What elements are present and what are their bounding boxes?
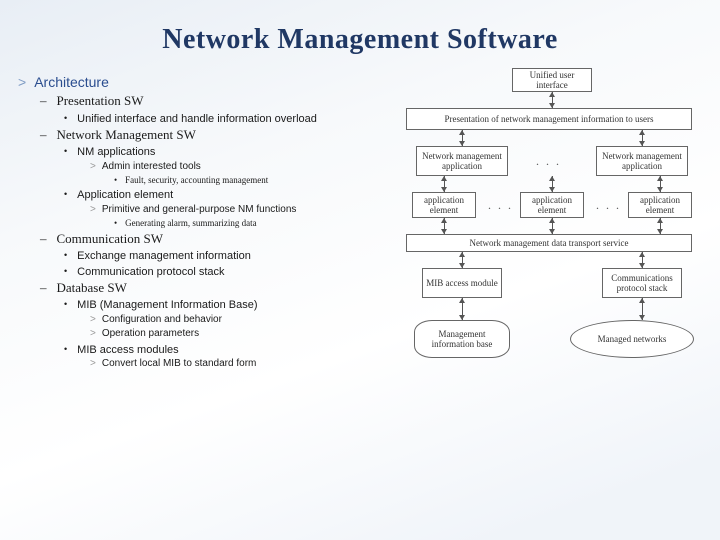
- bullet-unified-interface: Unified interface and handle information…: [64, 112, 388, 126]
- ellipsis-icon: . . .: [596, 198, 621, 213]
- subbullet-op-params: Operation parameters: [90, 328, 388, 341]
- box-mib-access: MIB access module: [422, 268, 502, 298]
- subbullet-admin-tools: Admin interested tools: [90, 161, 388, 174]
- slide: Network Management Software Architecture…: [0, 0, 720, 540]
- arrow-icon: [459, 252, 465, 257]
- box-app-element-mid: application element: [520, 192, 584, 218]
- tinybullet-gen-alarm: Generating alarm, summarizing data: [114, 218, 388, 230]
- arrow-icon: [441, 218, 447, 223]
- heading-architecture: Architecture: [18, 74, 388, 92]
- box-comm-stack: Communications protocol stack: [602, 268, 682, 298]
- heading-presentation-sw: Presentation SW: [40, 93, 388, 110]
- slide-title: Network Management Software: [18, 24, 702, 56]
- subbullet-config-behavior: Configuration and behavior: [90, 314, 388, 327]
- bullet-nm-applications: NM applications: [64, 145, 388, 159]
- arrow-icon: [549, 92, 555, 97]
- ellipsis-icon: . . .: [488, 198, 513, 213]
- content-columns: Architecture Presentation SW Unified int…: [18, 74, 702, 444]
- architecture-diagram: Unified user interface Presentation of n…: [396, 74, 702, 444]
- arrow-icon: [639, 252, 645, 257]
- diagram-column: Unified user interface Presentation of n…: [396, 74, 702, 444]
- bullet-app-element: Application element: [64, 188, 388, 202]
- heading-database-sw: Database SW: [40, 280, 388, 297]
- arrow-icon: [459, 130, 465, 135]
- bullet-exchange-info: Exchange management information: [64, 249, 388, 263]
- arrow-icon: [441, 176, 447, 181]
- box-nm-app-right: Network management application: [596, 146, 688, 176]
- arrow-icon: [657, 176, 663, 181]
- subbullet-convert-mib: Convert local MIB to standard form: [90, 358, 388, 371]
- arrow-icon: [657, 218, 663, 223]
- bullet-mib-access: MIB access modules: [64, 343, 388, 357]
- bullet-mib: MIB (Management Information Base): [64, 298, 388, 312]
- heading-nm-sw: Network Management SW: [40, 127, 388, 144]
- box-app-element-left: application element: [412, 192, 476, 218]
- outline-column: Architecture Presentation SW Unified int…: [18, 74, 388, 444]
- arrow-icon: [459, 298, 465, 303]
- box-presentation: Presentation of network management infor…: [406, 108, 692, 130]
- tinybullet-fault-sec: Fault, security, accounting management: [114, 175, 388, 187]
- ellipsis-icon: . . .: [536, 154, 561, 169]
- bullet-protocol-stack: Communication protocol stack: [64, 265, 388, 279]
- arrow-icon: [639, 130, 645, 135]
- box-managed-networks: Managed networks: [570, 320, 694, 358]
- arrow-icon: [639, 298, 645, 303]
- box-app-element-right: application element: [628, 192, 692, 218]
- heading-communication-sw: Communication SW: [40, 231, 388, 248]
- box-nm-app-left: Network management application: [416, 146, 508, 176]
- arrow-icon: [549, 218, 555, 223]
- box-unified-ui: Unified user interface: [512, 68, 592, 92]
- arrow-icon: [549, 176, 555, 181]
- box-transport: Network management data transport servic…: [406, 234, 692, 252]
- box-mib-store: Management information base: [414, 320, 510, 358]
- subbullet-primitive-nm: Primitive and general-purpose NM functio…: [90, 204, 388, 217]
